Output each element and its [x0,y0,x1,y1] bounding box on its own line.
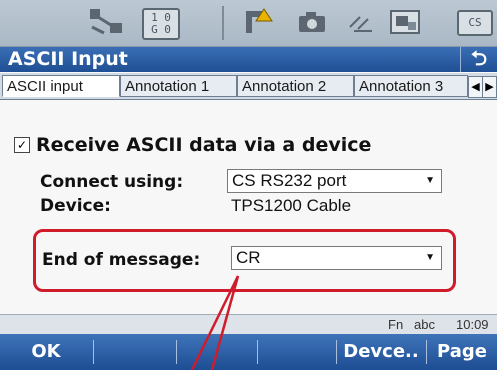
end-of-message-value: CR [236,248,261,267]
back-button[interactable]: ⮌ [460,47,497,72]
device-label: Device: [40,196,111,216]
connect-using-dropdown[interactable]: CS RS232 port ▼ [227,169,442,193]
title-bar: ASCII Input ⮌ [0,47,497,72]
level-icon [240,8,276,36]
image-icon [388,8,422,36]
f2-button[interactable] [94,334,176,370]
ok-button[interactable]: OK [0,334,92,370]
status-separator [222,6,224,40]
tab-label: Annotation 1 [125,78,210,95]
tab-label: Annotation 2 [242,78,327,95]
tab-ascii-input[interactable]: ASCII input [2,75,120,97]
tab-scroll-left-icon[interactable]: ◀ [468,76,483,98]
screen: 1 0 G 0 CS ASCII Input ⮌ ASCII input Ann… [0,0,497,370]
tab-annotation-1[interactable]: Annotation 1 [120,75,237,97]
camera-icon [296,8,328,36]
page-button-label: Page [437,341,487,362]
f3-button[interactable] [177,334,257,370]
radio-bottom-text: G 0 [151,23,171,36]
status-bar: 1 0 G 0 CS [0,0,497,47]
input-mode-indicator: abc [414,317,435,332]
memory-label: CS [468,16,482,29]
memory-icon: CS [457,10,493,36]
receive-ascii-label: Receive ASCII data via a device [36,134,372,156]
receive-ascii-checkbox[interactable]: ✓ Receive ASCII data via a device [14,132,371,158]
chevron-down-icon: ▼ [425,175,435,186]
pen-icon [346,8,376,36]
f4-button[interactable] [258,334,336,370]
softkey-bar: OK Devce.. Page [0,334,497,370]
info-bar: Fn abc 10:09 [0,314,497,334]
clock: 10:09 [456,317,489,332]
tab-label: ASCII input [7,78,83,95]
connect-using-value: CS RS232 port [232,171,347,190]
tab-annotation-2[interactable]: Annotation 2 [237,75,354,97]
end-of-message-label: End of message: [42,250,201,270]
device-value: TPS1200 Cable [231,196,352,215]
fn-indicator: Fn [388,317,404,332]
tab-scroll-right-icon[interactable]: ▶ [482,76,497,98]
radio-icon: 1 0 G 0 [142,8,180,40]
checkbox-checked-icon: ✓ [14,137,30,153]
back-arrow-icon: ⮌ [470,48,488,70]
satellite-icon [88,8,128,36]
tab-annotation-3[interactable]: Annotation 3 [354,75,468,97]
connect-using-label: Connect using: [40,172,184,192]
chevron-down-icon: ▼ [425,252,435,263]
end-of-message-dropdown[interactable]: CR ▼ [231,246,442,270]
page-button[interactable]: Page [427,334,497,370]
device-button[interactable]: Devce.. [337,334,425,370]
tab-bar: ASCII input Annotation 1 Annotation 2 An… [0,73,497,100]
tab-label: Annotation 3 [359,78,444,95]
page-title: ASCII Input [8,48,128,70]
device-button-label: Devce.. [343,341,419,362]
ok-button-label: OK [31,341,61,362]
